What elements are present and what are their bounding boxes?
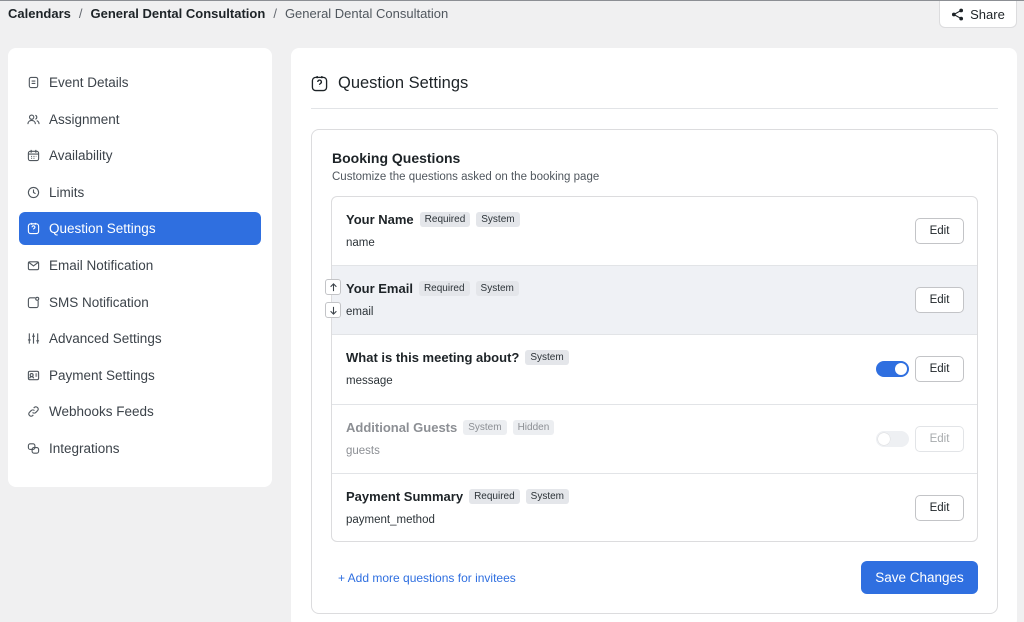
question-title: Your Name Required System bbox=[346, 212, 520, 227]
edit-button[interactable]: Edit bbox=[915, 494, 964, 521]
system-badge: System bbox=[525, 488, 569, 504]
question-name: What is this meeting about? bbox=[346, 350, 520, 366]
sidebar-item-label: Event Details bbox=[49, 75, 129, 90]
breadcrumb: Calendars / General Dental Consultation … bbox=[8, 6, 448, 21]
question-row-payment: Payment Summary Required System payment_… bbox=[332, 474, 977, 541]
main-panel: Question Settings Booking Questions Cust… bbox=[291, 48, 1017, 622]
sidebar-item-sms-notification[interactable]: SMS Notification bbox=[19, 286, 261, 319]
card-title: Booking Questions bbox=[332, 150, 461, 166]
question-name: Your Email bbox=[346, 281, 413, 297]
sidebar-item-label: SMS Notification bbox=[49, 294, 149, 310]
sliders-icon bbox=[27, 333, 40, 344]
payment-icon bbox=[27, 370, 40, 380]
move-up-button[interactable] bbox=[325, 279, 341, 295]
question-icon bbox=[311, 75, 328, 92]
question-row-message: What is this meeting about? System messa… bbox=[332, 335, 977, 405]
page-header: Question Settings bbox=[311, 74, 998, 109]
sidebar-item-assignment[interactable]: Assignment bbox=[19, 103, 261, 136]
sidebar-item-event-details[interactable]: Event Details bbox=[19, 66, 261, 99]
visibility-toggle[interactable] bbox=[876, 361, 909, 378]
share-icon bbox=[952, 8, 964, 20]
sidebar-item-webhooks-feeds[interactable]: Webhooks Feeds bbox=[19, 395, 261, 428]
sidebar-item-label: Payment Settings bbox=[49, 367, 155, 383]
save-changes-button[interactable]: Save Changes bbox=[861, 561, 978, 594]
sidebar-item-question-settings[interactable]: Question Settings bbox=[19, 212, 261, 246]
share-label: Share bbox=[970, 6, 1005, 22]
system-badge: System bbox=[463, 419, 507, 435]
page-title: Question Settings bbox=[338, 74, 469, 92]
arrow-up-icon bbox=[329, 282, 337, 291]
sidebar-item-label: Email Notification bbox=[49, 257, 154, 273]
move-down-button[interactable] bbox=[325, 302, 341, 318]
required-badge: Required bbox=[419, 212, 471, 227]
question-row-email: Your Email Required System email Edit bbox=[332, 266, 977, 336]
breadcrumb-calendar-link[interactable]: General Dental Consultation bbox=[91, 6, 266, 21]
question-icon bbox=[27, 223, 40, 235]
question-title: What is this meeting about? System bbox=[346, 350, 569, 366]
question-title: Additional Guests System Hidden bbox=[346, 419, 555, 435]
edit-button[interactable]: Edit bbox=[915, 356, 964, 383]
hidden-badge: Hidden bbox=[512, 419, 555, 435]
question-row-guests: Additional Guests System Hidden guests E… bbox=[332, 405, 977, 474]
breadcrumb-current: General Dental Consultation bbox=[284, 6, 449, 21]
required-badge: Required bbox=[418, 281, 470, 297]
question-key: payment_method bbox=[346, 513, 435, 526]
sidebar-item-label: Assignment bbox=[49, 111, 120, 127]
question-name: Payment Summary bbox=[346, 488, 464, 504]
question-title: Your Email Required System bbox=[346, 281, 519, 297]
sidebar-item-label: Webhooks Feeds bbox=[49, 404, 154, 420]
document-icon bbox=[28, 76, 39, 89]
toggle-knob bbox=[895, 363, 907, 376]
question-name: Additional Guests bbox=[346, 419, 458, 435]
required-badge: Required bbox=[469, 488, 520, 504]
mail-icon bbox=[27, 261, 40, 271]
system-badge: System bbox=[475, 281, 519, 297]
question-row-name: Your Name Required System name Edit bbox=[332, 197, 977, 267]
booking-questions-card: Booking Questions Customize the question… bbox=[311, 129, 998, 614]
question-key: email bbox=[346, 306, 374, 319]
share-button[interactable]: Share bbox=[939, 1, 1017, 28]
edit-button[interactable]: Edit bbox=[915, 425, 964, 452]
integrations-icon bbox=[27, 443, 40, 454]
sidebar-item-label: Availability bbox=[49, 148, 113, 164]
sidebar-item-payment-settings[interactable]: Payment Settings bbox=[19, 359, 261, 392]
sidebar-item-label: Question Settings bbox=[49, 221, 156, 237]
question-title: Payment Summary Required System bbox=[346, 488, 569, 504]
users-icon bbox=[27, 114, 40, 124]
sms-icon bbox=[27, 296, 40, 308]
question-key: name bbox=[346, 237, 375, 249]
settings-sidebar: Event Details Assignment Availability Li… bbox=[8, 48, 272, 487]
add-more-questions-link[interactable]: + Add more questions for invitees bbox=[338, 571, 516, 585]
sidebar-item-label: Integrations bbox=[49, 440, 120, 456]
breadcrumb-separator: / bbox=[273, 6, 277, 21]
edit-button[interactable]: Edit bbox=[915, 287, 964, 314]
breadcrumb-separator: / bbox=[78, 6, 83, 21]
link-icon bbox=[28, 406, 39, 418]
system-badge: System bbox=[525, 350, 569, 366]
sidebar-item-integrations[interactable]: Integrations bbox=[19, 432, 261, 465]
question-list: Your Name Required System name Edit Your… bbox=[331, 196, 978, 542]
sidebar-item-limits[interactable]: Limits bbox=[19, 176, 261, 209]
sidebar-item-label: Limits bbox=[49, 184, 85, 200]
edit-button[interactable]: Edit bbox=[915, 218, 964, 244]
question-key: message bbox=[346, 375, 393, 388]
visibility-toggle[interactable] bbox=[876, 430, 909, 447]
arrow-down-icon bbox=[329, 306, 337, 315]
question-key: guests bbox=[346, 444, 380, 457]
calendar-icon bbox=[27, 150, 40, 162]
sidebar-item-email-notification[interactable]: Email Notification bbox=[19, 249, 261, 282]
sidebar-item-label: Advanced Settings bbox=[49, 331, 162, 347]
question-name: Your Name bbox=[346, 212, 414, 227]
sidebar-item-availability[interactable]: Availability bbox=[19, 139, 261, 172]
sidebar-item-advanced-settings[interactable]: Advanced Settings bbox=[19, 322, 261, 355]
breadcrumb-calendars-link[interactable]: Calendars bbox=[8, 6, 71, 21]
system-badge: System bbox=[476, 212, 520, 227]
clock-icon bbox=[27, 186, 40, 198]
card-subtitle: Customize the questions asked on the boo… bbox=[332, 171, 600, 183]
toggle-knob bbox=[878, 432, 890, 445]
